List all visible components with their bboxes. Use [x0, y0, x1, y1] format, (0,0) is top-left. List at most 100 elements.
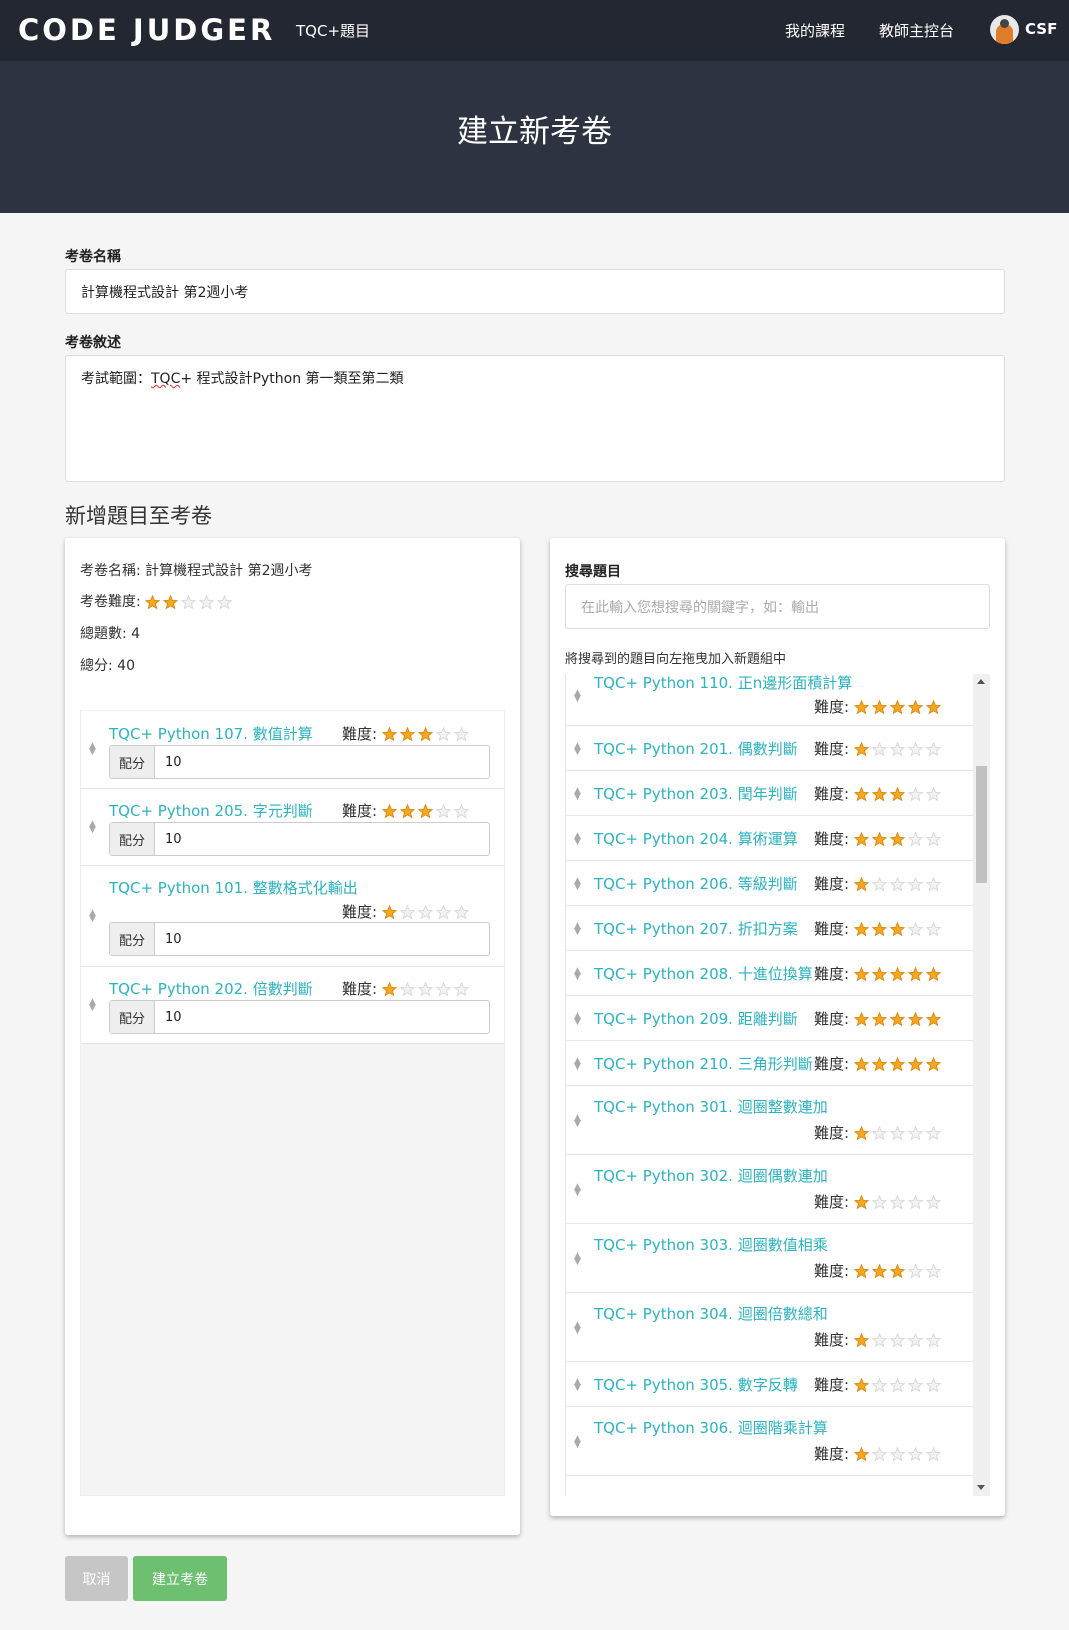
scroll-up-icon[interactable]	[977, 679, 985, 684]
result-item[interactable]: ▲ ▼ TQC+ Python 207. 折扣方案 難度:	[566, 906, 974, 951]
star-filled-icon	[853, 1333, 869, 1348]
result-item[interactable]: ▲ ▼ TQC+ Python 110. 正n邊形面積計算 難度:	[566, 674, 974, 726]
result-item[interactable]: ▲ ▼ TQC+ Python 302. 迴圈偶數連加 難度:	[566, 1155, 974, 1224]
result-title[interactable]: TQC+ Python 208. 十進位換算	[594, 963, 813, 984]
result-title[interactable]: TQC+ Python 203. 閏年判斷	[594, 783, 798, 804]
result-item[interactable]: ▲ ▼ TQC+ Python 203. 閏年判斷 難度:	[566, 771, 974, 816]
drag-handle-icon[interactable]: ▲ ▼	[89, 909, 96, 924]
exam-question-item[interactable]: ▲ ▼ TQC+ Python 205. 字元判斷 難度: 配分 10	[81, 789, 504, 866]
star-filled-icon	[907, 1012, 923, 1027]
nav-teacher-console[interactable]: 教師主控台	[879, 20, 954, 41]
drag-handle-icon[interactable]: ▲ ▼	[574, 832, 581, 847]
score-input-group[interactable]: 配分 10	[109, 922, 490, 956]
drag-handle-icon[interactable]: ▲ ▼	[89, 820, 96, 835]
result-title[interactable]: TQC+ Python 204. 算術運算	[594, 828, 798, 849]
drag-handle-icon[interactable]: ▲ ▼	[574, 742, 581, 757]
star-empty-icon	[889, 1378, 905, 1393]
result-title[interactable]: TQC+ Python 207. 折扣方案	[594, 918, 798, 939]
result-item[interactable]: ▲ ▼ TQC+ Python 204. 算術運算 難度:	[566, 816, 974, 861]
star-empty-icon	[889, 1126, 905, 1141]
drag-handle-icon[interactable]: ▲ ▼	[574, 689, 581, 704]
result-title[interactable]: TQC+ Python 305. 數字反轉	[594, 1374, 798, 1395]
drag-handle-icon[interactable]: ▲ ▼	[89, 742, 96, 757]
score-input-group[interactable]: 配分 10	[109, 822, 490, 856]
score-input-group[interactable]: 配分 10	[109, 1000, 490, 1034]
star-filled-icon	[925, 1057, 941, 1072]
score-input[interactable]: 10	[155, 823, 182, 855]
star-empty-icon	[907, 1378, 923, 1393]
star-empty-icon	[435, 905, 451, 920]
drag-handle-icon[interactable]: ▲ ▼	[574, 1321, 581, 1336]
scroll-thumb[interactable]	[976, 766, 987, 883]
cancel-button[interactable]: 取消	[65, 1556, 128, 1601]
star-filled-icon	[871, 700, 887, 715]
result-title[interactable]: TQC+ Python 206. 等級判斷	[594, 873, 798, 894]
avatar[interactable]	[990, 15, 1019, 44]
result-title[interactable]: TQC+ Python 303. 迴圈數值相乘	[594, 1234, 828, 1255]
question-title[interactable]: TQC+ Python 107. 數值計算	[109, 723, 313, 744]
exam-question-item[interactable]: ▲ ▼ TQC+ Python 202. 倍數判斷 難度: 配分 10	[81, 967, 504, 1044]
drag-handle-icon[interactable]: ▲ ▼	[574, 1252, 581, 1267]
drag-handle-icon[interactable]: ▲ ▼	[89, 998, 96, 1013]
star-empty-icon	[925, 1333, 941, 1348]
question-title[interactable]: TQC+ Python 205. 字元判斷	[109, 800, 313, 821]
result-item[interactable]: ▲ ▼ TQC+ Python 306. 迴圈階乘計算 難度:	[566, 1407, 974, 1476]
result-item[interactable]: ▲ ▼ TQC+ Python 201. 偶數判斷 難度:	[566, 726, 974, 771]
result-title[interactable]: TQC+ Python 209. 距離判斷	[594, 1008, 798, 1029]
exam-desc-textarea[interactable]: 考試範圍：TQC+ 程式設計Python 第一類至第二類	[65, 355, 1005, 482]
result-item[interactable]: ▲ ▼ TQC+ Python 303. 迴圈數值相乘 難度:	[566, 1224, 974, 1293]
score-input[interactable]: 10	[155, 746, 182, 778]
result-item[interactable]: ▲ ▼ TQC+ Python 210. 三角形判斷 難度:	[566, 1041, 974, 1086]
score-input[interactable]: 10	[155, 923, 182, 955]
star-filled-icon	[853, 922, 869, 937]
result-title[interactable]: TQC+ Python 110. 正n邊形面積計算	[594, 674, 852, 693]
score-input[interactable]: 10	[155, 1001, 182, 1033]
result-title[interactable]: TQC+ Python 201. 偶數判斷	[594, 738, 798, 759]
drag-handle-icon[interactable]: ▲ ▼	[574, 967, 581, 982]
user-name[interactable]: CSF	[1025, 20, 1057, 38]
result-title[interactable]: TQC+ Python 302. 迴圈偶數連加	[594, 1165, 828, 1186]
star-filled-icon	[163, 594, 179, 609]
exam-question-item[interactable]: ▲ ▼ TQC+ Python 107. 數值計算 難度: 配分 10	[81, 711, 504, 789]
exam-name-input[interactable]: 計算機程式設計 第2週小考	[65, 269, 1005, 314]
score-input-group[interactable]: 配分 10	[109, 745, 490, 779]
star-empty-icon	[435, 727, 451, 742]
result-title[interactable]: TQC+ Python 304. 迴圈倍數總和	[594, 1303, 828, 1324]
exam-question-drop-area[interactable]: ▲ ▼ TQC+ Python 107. 數值計算 難度: 配分 10 ▲ ▼ TQ…	[80, 710, 505, 1496]
scroll-down-icon[interactable]	[977, 1485, 985, 1490]
search-results-list[interactable]: ▲ ▼ TQC+ Python 110. 正n邊形面積計算 難度: ▲ ▼ TQC+…	[565, 674, 990, 1496]
brand-logo[interactable]: CODE JUDGER	[18, 13, 275, 47]
search-input[interactable]: 在此輸入您想搜尋的關鍵字，如：輸出	[565, 584, 990, 629]
drag-handle-icon[interactable]: ▲ ▼	[574, 1114, 581, 1129]
result-item[interactable]: ▲ ▼ TQC+ Python 304. 迴圈倍數總和 難度:	[566, 1293, 974, 1362]
drag-handle-icon[interactable]: ▲ ▼	[574, 922, 581, 937]
result-title[interactable]: TQC+ Python 301. 迴圈整數連加	[594, 1096, 828, 1117]
difficulty-rating	[853, 1447, 941, 1462]
drag-handle-icon[interactable]: ▲ ▼	[574, 1057, 581, 1072]
create-exam-button[interactable]: 建立考卷	[133, 1556, 227, 1601]
star-empty-icon	[181, 594, 197, 609]
question-search-panel: 搜尋題目 在此輸入您想搜尋的關鍵字，如：輸出 將搜尋到的題目向左拖曳加入新題組中…	[550, 538, 1005, 1516]
drag-handle-icon[interactable]: ▲ ▼	[574, 1183, 581, 1198]
drag-handle-icon[interactable]: ▲ ▼	[574, 877, 581, 892]
star-empty-icon	[453, 727, 469, 742]
result-title[interactable]: TQC+ Python 210. 三角形判斷	[594, 1053, 813, 1074]
result-item[interactable]: ▲ ▼ TQC+ Python 208. 十進位換算 難度:	[566, 951, 974, 996]
result-item[interactable]: ▲ ▼ TQC+ Python 305. 數字反轉 難度:	[566, 1362, 974, 1407]
question-title[interactable]: TQC+ Python 101. 整數格式化輸出	[109, 877, 358, 898]
result-item[interactable]: ▲ ▼ TQC+ Python 209. 距離判斷 難度:	[566, 996, 974, 1041]
result-title[interactable]: TQC+ Python 306. 迴圈階乘計算	[594, 1417, 828, 1438]
exam-question-item[interactable]: ▲ ▼ TQC+ Python 101. 整數格式化輸出 難度: 配分 10	[81, 866, 504, 967]
star-empty-icon	[907, 922, 923, 937]
drag-handle-icon[interactable]: ▲ ▼	[574, 787, 581, 802]
result-item[interactable]: ▲ ▼ TQC+ Python 301. 迴圈整數連加 難度:	[566, 1086, 974, 1155]
nav-current-section[interactable]: TQC+題目	[296, 20, 370, 41]
question-title[interactable]: TQC+ Python 202. 倍數判斷	[109, 978, 313, 999]
nav-my-courses[interactable]: 我的課程	[785, 20, 845, 41]
drag-handle-icon[interactable]: ▲ ▼	[574, 1435, 581, 1450]
star-filled-icon	[889, 1012, 905, 1027]
results-scrollbar[interactable]	[973, 674, 990, 1496]
result-item[interactable]: ▲ ▼ TQC+ Python 206. 等級判斷 難度:	[566, 861, 974, 906]
drag-handle-icon[interactable]: ▲ ▼	[574, 1378, 581, 1393]
drag-handle-icon[interactable]: ▲ ▼	[574, 1012, 581, 1027]
